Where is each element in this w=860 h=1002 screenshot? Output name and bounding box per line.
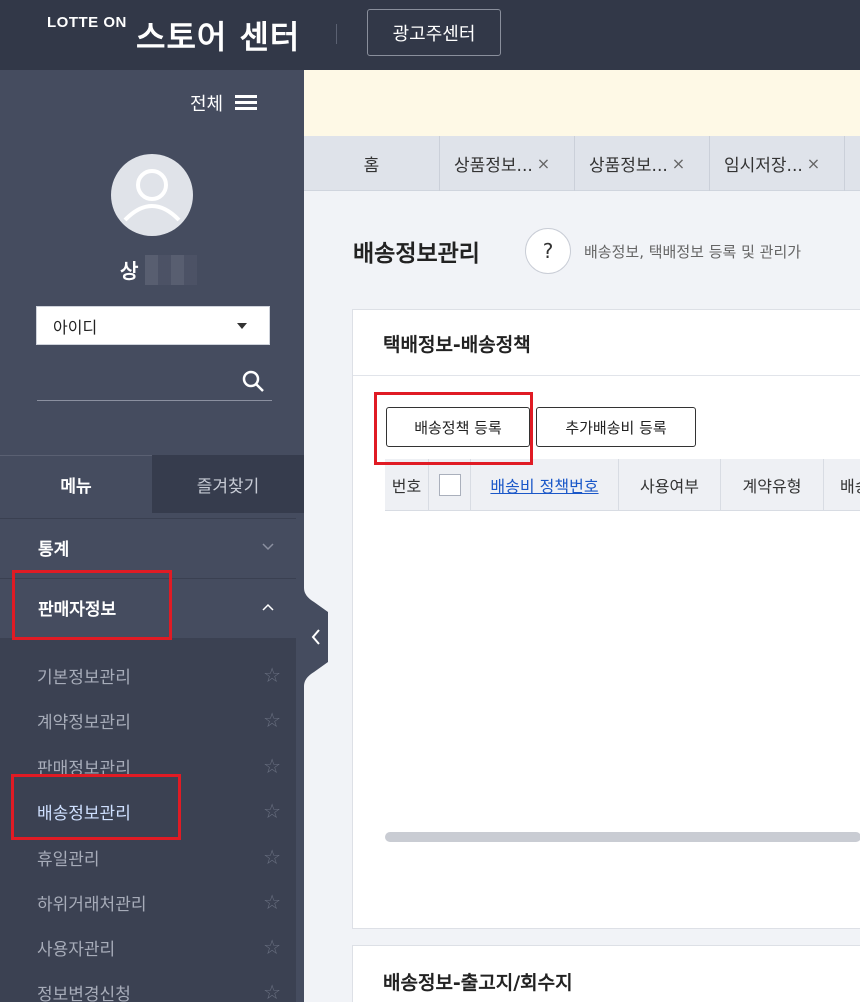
sidebar-collapse-button[interactable]: [304, 588, 328, 686]
star-icon[interactable]: ☆: [263, 845, 281, 869]
help-button[interactable]: ?: [525, 228, 571, 274]
tab-label: 상품정보...: [454, 156, 533, 176]
hamburger-icon: [235, 95, 258, 111]
star-icon[interactable]: ☆: [263, 799, 281, 823]
id-select-value: 아이디: [53, 317, 98, 337]
tab-home[interactable]: 홈: [304, 136, 440, 191]
all-menu-button[interactable]: 전체: [190, 90, 258, 116]
page-tabstrip: 홈 상품정보... × 상품정보... × 임시저장... ×: [304, 136, 860, 191]
star-icon[interactable]: ☆: [263, 890, 281, 914]
highlight-shipping-info-menu: [11, 774, 181, 840]
masked-name: [145, 255, 197, 285]
category-stats[interactable]: 통계: [0, 518, 296, 576]
close-icon[interactable]: ×: [672, 154, 685, 173]
star-icon[interactable]: ☆: [263, 708, 281, 732]
submenu-label: 계약정보관리: [37, 713, 131, 733]
caret-down-icon: [237, 323, 247, 329]
store-center-title[interactable]: 스토어 센터: [136, 12, 300, 58]
chevron-down-icon: [262, 543, 274, 551]
submenu-item[interactable]: 정보변경신청 ☆: [37, 980, 287, 1002]
tab-product-info-1[interactable]: 상품정보... ×: [440, 136, 575, 191]
lotte-on-logo[interactable]: LOTTE ON: [47, 14, 127, 31]
ad-center-button[interactable]: 광고주센터: [367, 9, 501, 56]
highlight-register-policy-button: [374, 392, 533, 465]
submenu-label: 정보변경신청: [37, 985, 131, 1002]
star-icon[interactable]: ☆: [263, 754, 281, 778]
submenu-label: 사용자관리: [37, 940, 116, 960]
submenu-label: 휴일관리: [37, 850, 100, 870]
star-icon[interactable]: ☆: [263, 935, 281, 959]
select-all-cell: [429, 459, 471, 511]
submenu-item[interactable]: 기본정보관리 ☆: [37, 663, 287, 693]
panel-title: 배송정보-출고지/회수지: [383, 972, 573, 994]
tab-product-info-2[interactable]: 상품정보... ×: [575, 136, 710, 191]
column-policy-number[interactable]: 배송비 정책번호: [471, 459, 619, 511]
submenu-label: 하위거래처관리: [37, 895, 147, 915]
page-description: 배송정보, 택배정보 등록 및 관리가: [584, 243, 802, 261]
tab-temp-saved[interactable]: 임시저장... ×: [710, 136, 845, 191]
column-usage: 사용여부: [619, 459, 721, 511]
user-name: 상: [120, 259, 139, 283]
tab-label: 홈: [363, 156, 380, 176]
panel-title: 택배정보-배송정책: [383, 334, 531, 356]
column-shipping: 배송: [840, 477, 860, 496]
close-icon[interactable]: ×: [807, 154, 820, 173]
submenu-item[interactable]: 하위거래처관리 ☆: [37, 890, 287, 920]
submenu-item[interactable]: 휴일관리 ☆: [37, 845, 287, 875]
column-contract-type: 계약유형: [721, 459, 824, 511]
divider: [353, 375, 860, 376]
top-bar: LOTTE ON 스토어 센터 광고주센터: [0, 0, 860, 70]
close-icon[interactable]: ×: [537, 154, 550, 173]
search-underline: [37, 400, 272, 401]
avatar: [111, 154, 193, 236]
table-header: 번호 배송비 정책번호 사용여부 계약유형 배송: [385, 459, 860, 511]
category-label: 통계: [38, 540, 70, 560]
search-icon[interactable]: [240, 368, 266, 394]
menu-tabs: 메뉴 즐겨찾기: [0, 455, 304, 513]
divider: [336, 24, 337, 44]
select-all-checkbox[interactable]: [438, 474, 461, 496]
chevron-up-icon: [262, 603, 274, 611]
star-icon[interactable]: ☆: [263, 980, 281, 1002]
submenu-item[interactable]: 사용자관리 ☆: [37, 935, 287, 965]
submenu-item[interactable]: 계약정보관리 ☆: [37, 708, 287, 738]
submenu-label: 기본정보관리: [37, 668, 131, 688]
shipping-address-panel: 배송정보-출고지/회수지: [352, 945, 860, 1002]
tab-menu[interactable]: 메뉴: [0, 455, 152, 513]
all-menu-label: 전체: [190, 94, 224, 115]
sidebar: 전체 상 아이디 메뉴 즐겨찾기 통계 판매자정보 기본정보관리 ☆ 계약정보관…: [0, 70, 304, 1002]
star-icon[interactable]: ☆: [263, 663, 281, 687]
id-select[interactable]: 아이디: [36, 306, 270, 345]
page-title: 배송정보관리: [353, 241, 480, 267]
tab-favorites[interactable]: 즐겨찾기: [152, 455, 304, 513]
register-extra-shipping-fee-button[interactable]: 추가배송비 등록: [536, 407, 696, 447]
notice-bar: [304, 70, 860, 136]
highlight-seller-info: [12, 570, 172, 640]
tab-label: 상품정보...: [589, 156, 668, 176]
column-number: 번호: [385, 459, 429, 511]
tab-label: 임시저장...: [724, 156, 803, 176]
user-icon: [123, 169, 181, 222]
horizontal-scrollbar[interactable]: [385, 832, 860, 842]
